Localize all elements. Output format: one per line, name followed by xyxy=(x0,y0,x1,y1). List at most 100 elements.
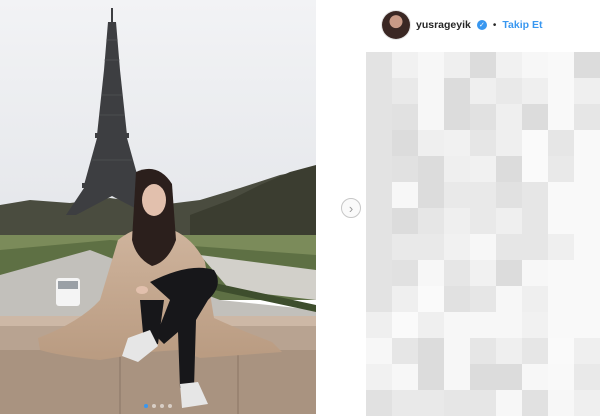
pixel-block xyxy=(366,286,392,312)
pixel-block xyxy=(522,182,548,208)
pixel-block xyxy=(470,78,496,104)
pixel-block xyxy=(444,182,470,208)
pixel-block xyxy=(548,182,574,208)
pixel-block xyxy=(392,312,418,338)
pixel-block xyxy=(548,390,574,416)
pixel-block xyxy=(392,338,418,364)
pixel-block xyxy=(366,52,392,78)
pixel-block xyxy=(496,104,522,130)
pixel-block xyxy=(392,286,418,312)
pixel-block xyxy=(574,286,600,312)
pixel-block xyxy=(470,312,496,338)
pixel-block xyxy=(496,208,522,234)
pixel-block xyxy=(522,286,548,312)
pixel-block xyxy=(548,156,574,182)
pixel-block xyxy=(522,78,548,104)
follow-button[interactable]: Takip Et xyxy=(502,19,542,31)
pixel-block xyxy=(522,260,548,286)
pixel-block xyxy=(548,78,574,104)
next-photo-button[interactable]: › xyxy=(341,198,361,218)
pixel-block xyxy=(418,156,444,182)
separator: • xyxy=(492,19,497,31)
pixel-block xyxy=(444,130,470,156)
pixel-block xyxy=(392,104,418,130)
pixel-block xyxy=(522,130,548,156)
pixel-block xyxy=(496,260,522,286)
pixel-block xyxy=(496,130,522,156)
pixel-block xyxy=(496,182,522,208)
username-link[interactable]: yusrageyik xyxy=(416,19,471,31)
pixel-block xyxy=(444,156,470,182)
pixel-block xyxy=(522,52,548,78)
pixel-block xyxy=(444,286,470,312)
pixel-block xyxy=(366,364,392,390)
carousel-dot xyxy=(152,404,156,408)
pixel-block xyxy=(444,52,470,78)
pixel-block xyxy=(444,338,470,364)
carousel-dot xyxy=(168,404,172,408)
pixel-block xyxy=(470,182,496,208)
pixel-block xyxy=(522,104,548,130)
pixel-block xyxy=(366,156,392,182)
pixel-block xyxy=(496,52,522,78)
pixel-block xyxy=(418,234,444,260)
pixel-block xyxy=(392,130,418,156)
pixel-block xyxy=(418,182,444,208)
pixel-block xyxy=(366,78,392,104)
pixel-block xyxy=(522,312,548,338)
pixel-block xyxy=(522,234,548,260)
pixel-block xyxy=(444,208,470,234)
pixel-block xyxy=(392,52,418,78)
pixel-block xyxy=(496,338,522,364)
pixel-block xyxy=(418,104,444,130)
pixel-block xyxy=(470,234,496,260)
pixel-block xyxy=(418,390,444,416)
pixel-block xyxy=(548,286,574,312)
pixel-block xyxy=(392,364,418,390)
pixel-block xyxy=(470,364,496,390)
pixel-block xyxy=(470,104,496,130)
pixel-block xyxy=(574,130,600,156)
post-photo[interactable] xyxy=(0,0,316,414)
pixel-block xyxy=(470,286,496,312)
pixel-block xyxy=(574,338,600,364)
pixel-block xyxy=(444,260,470,286)
eiffel-tower-photo xyxy=(0,0,316,414)
verified-badge-icon: ✓ xyxy=(476,20,487,30)
pixel-block xyxy=(366,234,392,260)
avatar[interactable] xyxy=(382,11,410,39)
pixel-block xyxy=(574,182,600,208)
pixel-block xyxy=(366,208,392,234)
pixel-block xyxy=(418,52,444,78)
pixel-block xyxy=(574,52,600,78)
pixel-block xyxy=(392,234,418,260)
pixel-block xyxy=(392,260,418,286)
pixel-block xyxy=(418,286,444,312)
pixel-block xyxy=(522,364,548,390)
pixel-block xyxy=(418,364,444,390)
pixel-block xyxy=(444,234,470,260)
pixel-block xyxy=(392,78,418,104)
pixel-block xyxy=(392,208,418,234)
pixel-block xyxy=(444,390,470,416)
carousel-dot xyxy=(144,404,148,408)
pixel-block xyxy=(548,52,574,78)
pixel-block xyxy=(392,390,418,416)
pixel-block xyxy=(522,390,548,416)
pixel-block xyxy=(574,260,600,286)
pixel-block xyxy=(548,338,574,364)
pixel-block xyxy=(366,338,392,364)
pixel-block xyxy=(548,364,574,390)
pixel-block xyxy=(366,130,392,156)
pixel-block xyxy=(548,208,574,234)
pixel-block xyxy=(548,104,574,130)
pixel-block xyxy=(574,104,600,130)
pixel-block xyxy=(444,364,470,390)
pixel-block xyxy=(522,156,548,182)
pixel-block xyxy=(444,104,470,130)
pixel-block xyxy=(548,312,574,338)
pixel-block xyxy=(366,390,392,416)
pixel-block xyxy=(418,312,444,338)
pixel-block xyxy=(366,312,392,338)
pixel-block xyxy=(418,338,444,364)
